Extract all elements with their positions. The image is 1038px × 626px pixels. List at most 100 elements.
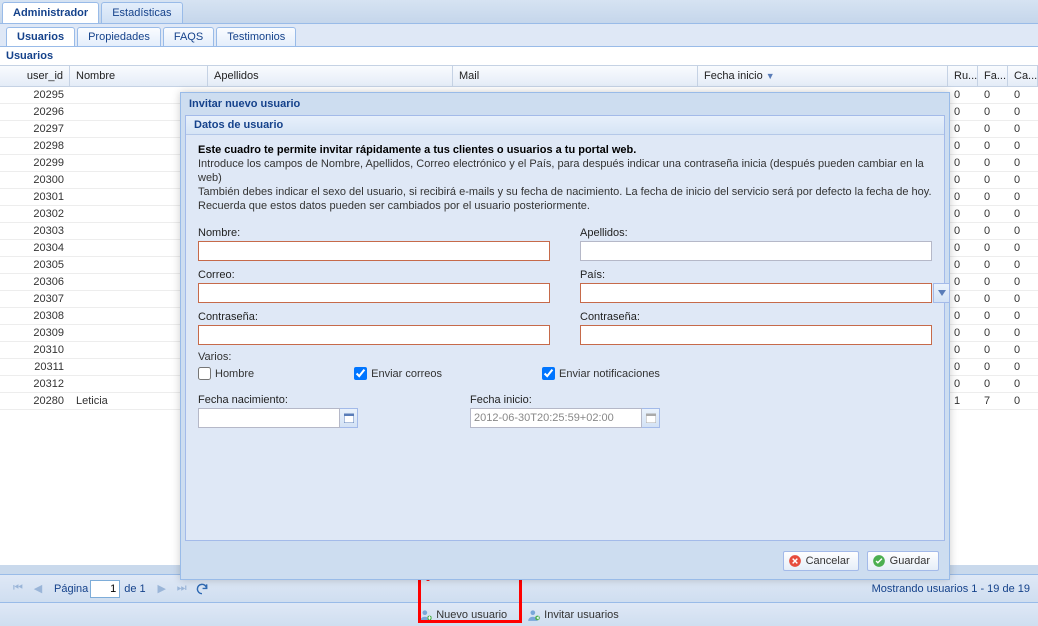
label-contrasena: Contraseña:: [198, 311, 550, 323]
cell-ca: 0: [1008, 308, 1038, 324]
nombre-input[interactable]: [198, 241, 550, 261]
cell-fa: 0: [978, 325, 1008, 341]
cell-ru: 0: [948, 172, 978, 188]
invite-user-dialog: Invitar nuevo usuario Datos de usuario E…: [180, 92, 950, 580]
contrasena2-input[interactable]: [580, 325, 932, 345]
apellidos-input[interactable]: [580, 241, 932, 261]
label-fecha-inicio: Fecha inicio:: [470, 394, 932, 406]
cell-fa: 0: [978, 376, 1008, 392]
refresh-icon[interactable]: [194, 581, 210, 597]
cell-ru: 0: [948, 325, 978, 341]
cell-user-id: 20306: [0, 274, 70, 290]
tab-estadisticas[interactable]: Estadísticas: [101, 2, 182, 23]
cell-fa: 0: [978, 155, 1008, 171]
cell-user-id: 20302: [0, 206, 70, 222]
tab-usuarios[interactable]: Usuarios: [6, 27, 75, 46]
label-contrasena2: Contraseña:: [580, 311, 932, 323]
cell-fa: 0: [978, 240, 1008, 256]
calendar-icon: [646, 413, 656, 423]
tab-faqs[interactable]: FAQS: [163, 27, 214, 46]
col-mail[interactable]: Mail: [453, 66, 698, 86]
cell-ca: 0: [1008, 257, 1038, 273]
cell-fa: 0: [978, 138, 1008, 154]
hombre-checkbox[interactable]: [198, 367, 211, 380]
col-fa[interactable]: Fa...: [978, 66, 1008, 86]
page-input[interactable]: [90, 580, 120, 598]
correo-input[interactable]: [198, 283, 550, 303]
fecha-inicio-picker: [642, 408, 660, 428]
fecha-nacimiento-picker[interactable]: [340, 408, 358, 428]
save-button[interactable]: Guardar: [867, 551, 939, 571]
fecha-nacimiento-input[interactable]: [198, 408, 340, 428]
pais-combo[interactable]: [580, 283, 932, 303]
col-ca[interactable]: Ca...: [1008, 66, 1038, 86]
cell-ca: 0: [1008, 138, 1038, 154]
col-nombre[interactable]: Nombre: [70, 66, 208, 86]
cell-ca: 0: [1008, 104, 1038, 120]
cell-user-id: 20305: [0, 257, 70, 273]
cell-ru: 0: [948, 257, 978, 273]
cell-ca: 0: [1008, 121, 1038, 137]
tab-propiedades[interactable]: Propiedades: [77, 27, 161, 46]
cell-ca: 0: [1008, 87, 1038, 103]
fieldset-title: Datos de usuario: [186, 116, 944, 135]
pais-dropdown-trigger[interactable]: [933, 283, 950, 303]
cell-user-id: 20296: [0, 104, 70, 120]
cell-user-id: 20297: [0, 121, 70, 137]
col-fecha-inicio[interactable]: Fecha inicio▼: [698, 66, 948, 86]
cell-user-id: 20312: [0, 376, 70, 392]
cell-user-id: 20280: [0, 393, 70, 409]
cell-ru: 0: [948, 121, 978, 137]
col-ru[interactable]: Ru...: [948, 66, 978, 86]
cell-fa: 0: [978, 121, 1008, 137]
cell-ca: 0: [1008, 291, 1038, 307]
tab-administrador[interactable]: Administrador: [2, 2, 99, 23]
cell-ca: 0: [1008, 274, 1038, 290]
label-hombre: Hombre: [215, 368, 254, 380]
fecha-inicio-input: [470, 408, 642, 428]
cell-ca: 0: [1008, 172, 1038, 188]
label-nombre: Nombre:: [198, 227, 550, 239]
cell-ru: 0: [948, 223, 978, 239]
col-user-id[interactable]: user_id: [0, 66, 70, 86]
user-invite-icon: [527, 608, 541, 622]
cell-ru: 0: [948, 291, 978, 307]
col-apellidos[interactable]: Apellidos: [208, 66, 453, 86]
invite-users-button[interactable]: Invitar usuarios: [520, 605, 626, 625]
cell-ca: 0: [1008, 342, 1038, 358]
label-correo: Correo:: [198, 269, 550, 281]
enviar-notif-checkbox[interactable]: [542, 367, 555, 380]
cell-ca: 0: [1008, 223, 1038, 239]
cell-fa: 0: [978, 172, 1008, 188]
sort-desc-icon: ▼: [766, 71, 775, 81]
cell-ca: 0: [1008, 393, 1038, 409]
cell-fa: 0: [978, 274, 1008, 290]
page-next-icon: ▶: [154, 581, 170, 597]
cancel-button[interactable]: Cancelar: [783, 551, 859, 571]
cell-ru: 0: [948, 104, 978, 120]
cell-ca: 0: [1008, 189, 1038, 205]
cell-fa: 0: [978, 342, 1008, 358]
cell-user-id: 20304: [0, 240, 70, 256]
cell-user-id: 20295: [0, 87, 70, 103]
cell-ca: 0: [1008, 240, 1038, 256]
cell-fa: 7: [978, 393, 1008, 409]
page-prev-icon: ◀: [30, 581, 46, 597]
cell-user-id: 20299: [0, 155, 70, 171]
enviar-correos-checkbox[interactable]: [354, 367, 367, 380]
page-last-icon: ⏭: [174, 581, 190, 597]
cell-fa: 0: [978, 308, 1008, 324]
cell-ca: 0: [1008, 206, 1038, 222]
label-enviar-correos: Enviar correos: [371, 368, 442, 380]
save-icon: [872, 554, 886, 568]
cell-user-id: 20309: [0, 325, 70, 341]
contrasena-input[interactable]: [198, 325, 550, 345]
tab-testimonios[interactable]: Testimonios: [216, 27, 296, 46]
cell-user-id: 20303: [0, 223, 70, 239]
paging-status: Mostrando usuarios 1 - 19 de 19: [872, 583, 1030, 595]
cell-ru: 0: [948, 308, 978, 324]
cell-ca: 0: [1008, 155, 1038, 171]
panel-title: Usuarios: [0, 47, 1038, 65]
fieldset-datos-usuario: Datos de usuario Este cuadro te permite …: [185, 115, 945, 541]
cell-fa: 0: [978, 189, 1008, 205]
